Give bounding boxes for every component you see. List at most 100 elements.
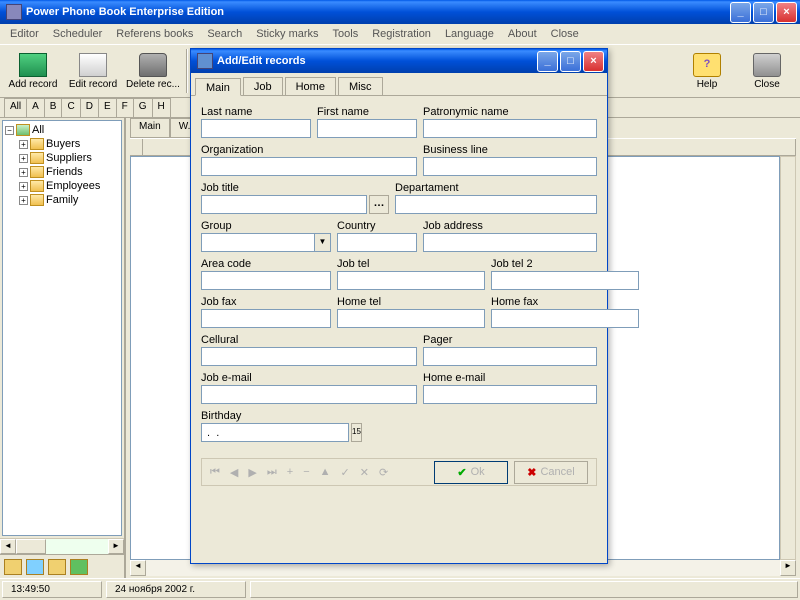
alpha-c[interactable]: C — [61, 98, 80, 117]
footer-icon-1[interactable] — [4, 559, 22, 575]
input-jobtitle[interactable] — [201, 195, 367, 214]
alpha-b[interactable]: B — [44, 98, 63, 117]
alpha-f[interactable]: F — [116, 98, 134, 117]
input-cellural[interactable] — [201, 347, 417, 366]
close-button[interactable]: × — [776, 2, 797, 23]
nav-cancel-icon[interactable]: ✕ — [360, 466, 369, 479]
footer-icon-2[interactable] — [26, 559, 44, 575]
input-birthday[interactable] — [201, 423, 349, 442]
alpha-e[interactable]: E — [98, 98, 117, 117]
menu-referens[interactable]: Referens books — [112, 26, 197, 42]
nav-first-icon[interactable]: ⏮ — [210, 466, 220, 479]
grid-col-selector[interactable] — [130, 139, 143, 155]
input-jobemail[interactable] — [201, 385, 417, 404]
tree-item-friends[interactable]: +Friends — [5, 165, 119, 179]
scroll-left-icon[interactable]: ◄ — [130, 560, 146, 576]
menu-close[interactable]: Close — [547, 26, 583, 42]
expand-icon[interactable]: + — [19, 140, 28, 149]
sidebar-footer — [0, 554, 124, 578]
dialog-tab-main[interactable]: Main — [195, 78, 241, 96]
nav-del-icon[interactable]: − — [303, 466, 309, 478]
input-firstname[interactable] — [317, 119, 417, 138]
nav-refresh-icon[interactable]: ⟳ — [379, 466, 388, 479]
nav-last-icon[interactable]: ⏭ — [267, 466, 277, 479]
input-jobaddr[interactable] — [423, 233, 597, 252]
input-patronymic[interactable] — [423, 119, 597, 138]
input-busline[interactable] — [423, 157, 597, 176]
alpha-d[interactable]: D — [80, 98, 99, 117]
menu-tools[interactable]: Tools — [329, 26, 363, 42]
grid-vscroll[interactable] — [780, 156, 796, 560]
input-homefax[interactable] — [491, 309, 639, 328]
input-jobtel2[interactable] — [491, 271, 639, 290]
menu-about[interactable]: About — [504, 26, 541, 42]
add-edit-dialog: Add/Edit records _ □ × Main Job Home Mis… — [190, 48, 608, 564]
content-tab-main[interactable]: Main — [130, 118, 170, 138]
expand-icon[interactable]: + — [19, 168, 28, 177]
dialog-titlebar[interactable]: Add/Edit records _ □ × — [191, 49, 607, 73]
input-country[interactable] — [337, 233, 417, 252]
ok-button[interactable]: ✔Ok — [434, 461, 508, 484]
tree-view[interactable]: − All +Buyers +Suppliers +Friends +Emplo… — [2, 120, 122, 536]
dialog-tab-misc[interactable]: Misc — [338, 77, 383, 95]
collapse-icon[interactable]: − — [5, 126, 14, 135]
nav-add-icon[interactable]: + — [287, 466, 293, 478]
input-hometel[interactable] — [337, 309, 485, 328]
scroll-right-icon[interactable]: ► — [780, 560, 796, 576]
sidebar-hscroll[interactable]: ◄ ► — [0, 538, 124, 554]
scroll-right-icon[interactable]: ► — [108, 539, 124, 554]
nav-prev-icon[interactable]: ◀ — [230, 466, 238, 479]
menu-search[interactable]: Search — [203, 26, 246, 42]
maximize-button[interactable]: □ — [753, 2, 774, 23]
nav-next-icon[interactable]: ▶ — [248, 466, 256, 479]
input-areacode[interactable] — [201, 271, 331, 290]
input-dept[interactable] — [395, 195, 597, 214]
expand-icon[interactable]: + — [19, 154, 28, 163]
scroll-left-icon[interactable]: ◄ — [0, 539, 16, 554]
menu-registration[interactable]: Registration — [368, 26, 435, 42]
alpha-a[interactable]: A — [26, 98, 45, 117]
tree-item-buyers[interactable]: +Buyers — [5, 137, 119, 151]
tool-add-record[interactable]: Add record — [4, 47, 62, 95]
alpha-all[interactable]: All — [4, 98, 27, 117]
input-jobtel[interactable] — [337, 271, 485, 290]
menu-sticky[interactable]: Sticky marks — [252, 26, 322, 42]
tree-root[interactable]: − All — [5, 123, 119, 137]
dialog-close-button[interactable]: × — [583, 51, 604, 72]
input-homeemail[interactable] — [423, 385, 597, 404]
alpha-h[interactable]: H — [152, 98, 171, 117]
combo-group[interactable]: ▼ — [201, 233, 331, 252]
tool-help[interactable]: ? Help — [678, 47, 736, 95]
menu-editor[interactable]: Editor — [6, 26, 43, 42]
browse-jobtitle-button[interactable]: … — [369, 195, 389, 214]
dialog-maximize-button[interactable]: □ — [560, 51, 581, 72]
nav-post-icon[interactable]: ✓ — [341, 466, 350, 479]
scroll-thumb[interactable] — [16, 539, 46, 554]
expand-icon[interactable]: + — [19, 182, 28, 191]
input-lastname[interactable] — [201, 119, 311, 138]
tree-item-family[interactable]: +Family — [5, 193, 119, 207]
chevron-down-icon[interactable]: ▼ — [314, 234, 330, 251]
tree-item-suppliers[interactable]: +Suppliers — [5, 151, 119, 165]
minimize-button[interactable]: _ — [730, 2, 751, 23]
expand-icon[interactable]: + — [19, 196, 28, 205]
tool-close[interactable]: Close — [738, 47, 796, 95]
calendar-button[interactable]: 15 — [351, 423, 362, 442]
dialog-tab-home[interactable]: Home — [285, 77, 336, 95]
footer-icon-3[interactable] — [48, 559, 66, 575]
nav-edit-icon[interactable]: ▲ — [320, 466, 331, 478]
input-jobfax[interactable] — [201, 309, 331, 328]
footer-icon-4[interactable] — [70, 559, 88, 575]
tool-delete-record[interactable]: Delete rec... — [124, 47, 182, 95]
tree-item-employees[interactable]: +Employees — [5, 179, 119, 193]
menu-scheduler[interactable]: Scheduler — [49, 26, 107, 42]
dialog-minimize-button[interactable]: _ — [537, 51, 558, 72]
cancel-button[interactable]: ✖Cancel — [514, 461, 588, 484]
menu-language[interactable]: Language — [441, 26, 498, 42]
tool-edit-record[interactable]: Edit record — [64, 47, 122, 95]
alpha-g[interactable]: G — [133, 98, 153, 117]
label-jobtel: Job tel — [337, 258, 485, 270]
input-org[interactable] — [201, 157, 417, 176]
dialog-tab-job[interactable]: Job — [243, 77, 283, 95]
input-pager[interactable] — [423, 347, 597, 366]
